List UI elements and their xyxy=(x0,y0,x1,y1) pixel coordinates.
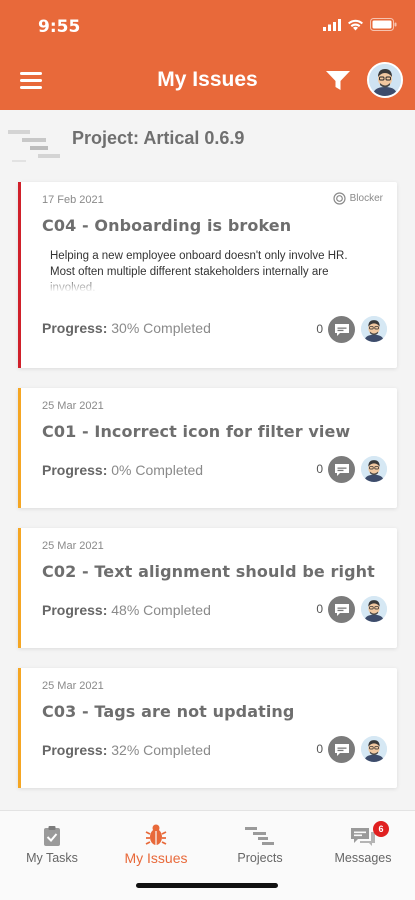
page-title: My Issues xyxy=(157,68,258,91)
tab-label: Projects xyxy=(237,851,283,865)
issue-description: Helping a new employee onboard doesn't o… xyxy=(50,248,370,292)
tab-label: Messages xyxy=(334,851,392,865)
issue-date: 25 Mar 2021 xyxy=(42,680,104,692)
comment-count: 0 xyxy=(316,462,323,476)
status-time: 9:55 xyxy=(38,17,81,37)
issue-date: 17 Feb 2021 xyxy=(42,194,104,206)
progress-label: Progress: xyxy=(42,742,108,758)
signal-icon xyxy=(323,18,341,31)
clipboard-check-icon xyxy=(44,826,60,846)
issue-card[interactable]: 17 Feb 2021 Blocker C04 - Onboarding is … xyxy=(18,182,397,368)
messages-badge: 6 xyxy=(373,821,389,837)
assignee-avatar[interactable] xyxy=(361,596,387,622)
issue-progress: Progress: 32% Completed xyxy=(42,742,211,758)
issue-progress: Progress: 0% Completed xyxy=(42,462,203,478)
gantt-icon xyxy=(245,827,274,845)
priority-bar xyxy=(18,668,21,788)
app-header: 9:55 My Issues xyxy=(0,0,415,110)
status-bar: 9:55 xyxy=(0,0,415,54)
comment-count: 0 xyxy=(316,322,323,336)
comments-button[interactable] xyxy=(328,456,355,483)
progress-label: Progress: xyxy=(42,320,108,336)
chat-icon xyxy=(334,603,349,616)
gantt-icon xyxy=(8,130,60,162)
project-header[interactable]: Project: Artical 0.6.9 xyxy=(0,120,415,170)
issue-progress: Progress: 30% Completed xyxy=(42,320,211,336)
assignee-avatar[interactable] xyxy=(361,736,387,762)
tab-projects[interactable]: Projects xyxy=(208,821,312,865)
user-avatar[interactable] xyxy=(367,62,403,98)
progress-value: 48% Completed xyxy=(111,602,211,618)
priority-bar xyxy=(18,182,21,368)
priority-bar xyxy=(18,528,21,648)
tab-my-tasks[interactable]: My Tasks xyxy=(0,821,104,865)
tab-label: My Tasks xyxy=(26,851,78,865)
progress-value: 32% Completed xyxy=(111,742,211,758)
issue-title: C02 - Text alignment should be right xyxy=(42,562,375,581)
blocker-label: Blocker xyxy=(349,193,383,204)
issue-card[interactable]: 25 Mar 2021 C02 - Text alignment should … xyxy=(18,528,397,648)
progress-value: 0% Completed xyxy=(111,462,204,478)
comment-count: 0 xyxy=(316,742,323,756)
assignee-avatar[interactable] xyxy=(361,316,387,342)
progress-label: Progress: xyxy=(42,462,108,478)
chat-icon xyxy=(334,743,349,756)
issue-card[interactable]: 25 Mar 2021 C03 - Tags are not updating … xyxy=(18,668,397,788)
project-title: Project: Artical 0.6.9 xyxy=(72,128,245,148)
assignee-avatar[interactable] xyxy=(361,456,387,482)
issue-date: 25 Mar 2021 xyxy=(42,540,104,552)
chat-icon xyxy=(334,463,349,476)
issue-date: 25 Mar 2021 xyxy=(42,400,104,412)
issue-title: C04 - Onboarding is broken xyxy=(42,216,292,235)
status-icons xyxy=(323,18,397,31)
issue-title: C01 - Incorrect icon for filter view xyxy=(42,422,351,441)
issue-progress: Progress: 48% Completed xyxy=(42,602,211,618)
priority-bar xyxy=(18,388,21,508)
bug-icon xyxy=(145,824,167,845)
comment-count: 0 xyxy=(316,602,323,616)
comments-button[interactable] xyxy=(328,736,355,763)
issue-title: C03 - Tags are not updating xyxy=(42,702,295,721)
filter-icon[interactable] xyxy=(325,70,351,92)
issue-card[interactable]: 25 Mar 2021 C01 - Incorrect icon for fil… xyxy=(18,388,397,508)
blocker-icon xyxy=(333,192,346,205)
chat-icon xyxy=(334,323,349,336)
home-indicator xyxy=(136,883,278,888)
tab-messages[interactable]: 6 Messages xyxy=(311,821,415,865)
tab-my-issues[interactable]: My Issues xyxy=(104,821,208,866)
tab-label: My Issues xyxy=(124,850,188,866)
wifi-icon xyxy=(348,19,363,30)
comments-button[interactable] xyxy=(328,316,355,343)
battery-icon xyxy=(370,18,397,31)
nav-bar: My Issues xyxy=(0,54,415,110)
progress-label: Progress: xyxy=(42,602,108,618)
blocker-badge: Blocker xyxy=(333,192,383,205)
progress-value: 30% Completed xyxy=(111,320,211,336)
comments-button[interactable] xyxy=(328,596,355,623)
